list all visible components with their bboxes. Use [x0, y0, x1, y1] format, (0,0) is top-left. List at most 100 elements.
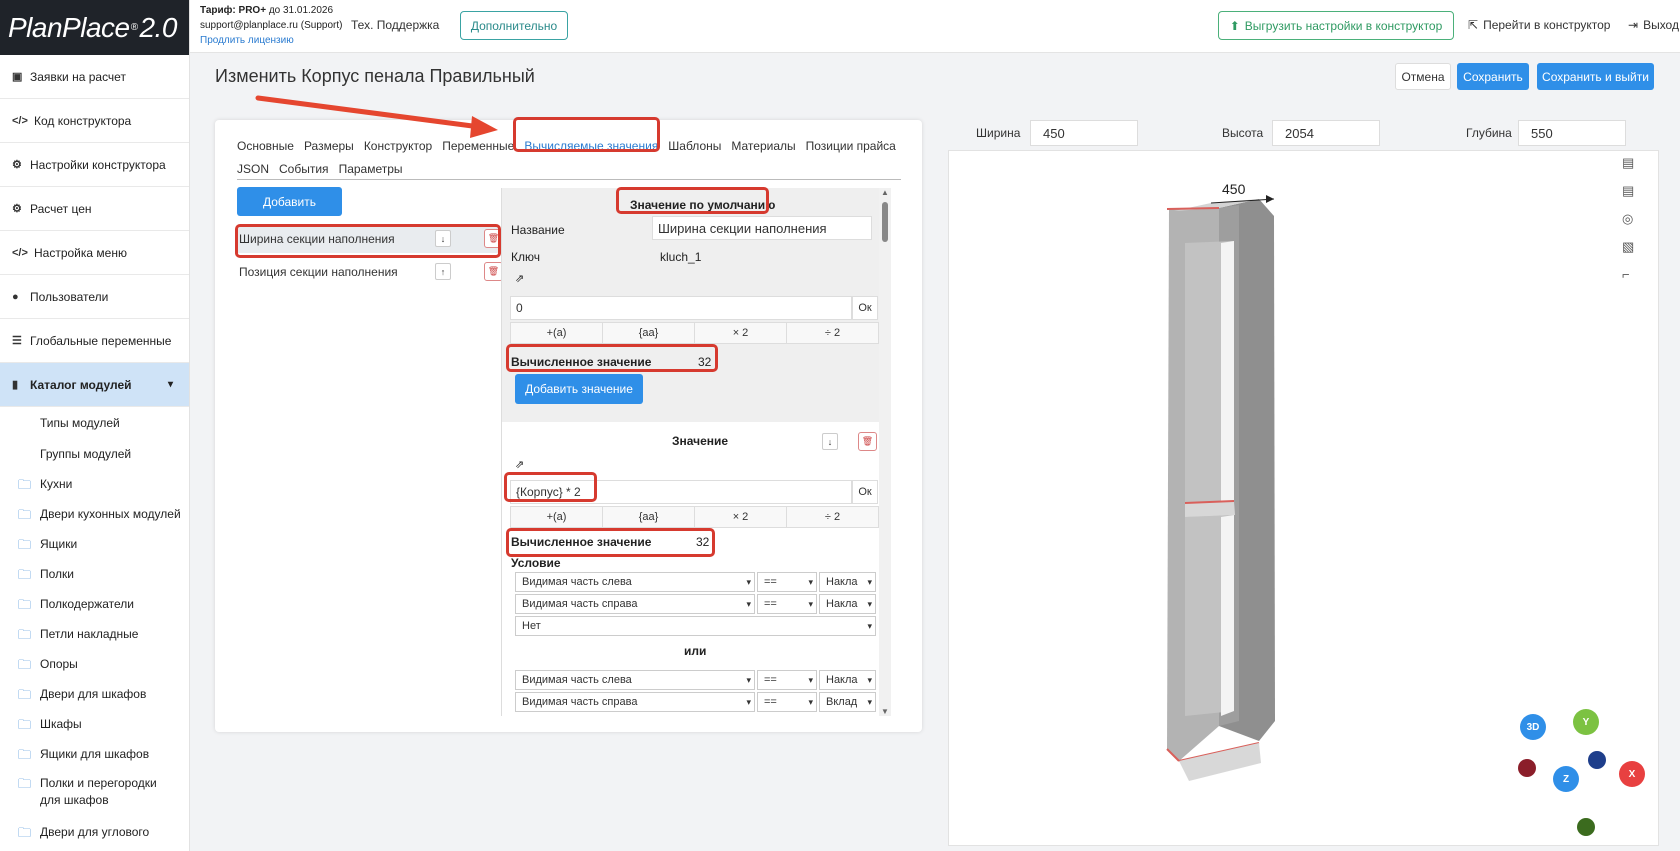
- support-label[interactable]: Тех. Поддержка: [351, 18, 439, 32]
- external-link-icon: ⇱: [1468, 18, 1479, 32]
- sidebar-folder[interactable]: 🗀 Кухни: [0, 469, 189, 499]
- sidebar-folder[interactable]: 🗀 Полкодержатели: [0, 589, 189, 619]
- logout-link[interactable]: ⇥ Выход: [1628, 18, 1679, 32]
- list-icon: ☰: [12, 335, 22, 347]
- op-braces-button[interactable]: {aa}: [603, 507, 695, 527]
- condition-logic-select[interactable]: Нет ▾: [515, 616, 876, 636]
- sidebar-item-menu-settings[interactable]: </> Настройка меню: [0, 231, 189, 275]
- sidebar-folder[interactable]: 🗀 Петли накладные: [0, 619, 189, 649]
- more-button[interactable]: Дополнительно: [460, 11, 568, 40]
- external-edit-icon[interactable]: ⇗: [515, 272, 524, 285]
- tab-parameters[interactable]: Параметры: [339, 162, 403, 176]
- scrollbar-thumb[interactable]: [882, 202, 888, 242]
- condition-value-select[interactable]: Накла ▾: [819, 670, 876, 690]
- folder-icon: 🗀: [18, 746, 32, 762]
- panel-scrollbar[interactable]: ▲ ▼: [879, 188, 891, 716]
- save-button[interactable]: Сохранить: [1457, 63, 1529, 90]
- scroll-up-icon[interactable]: ▲: [881, 188, 889, 197]
- app-logo[interactable]: PlanPlace ® 2.0: [0, 0, 189, 55]
- sidebar-folder[interactable]: 🗀 Полки и перегородки для шкафов: [0, 769, 189, 817]
- tab-main[interactable]: Основные: [237, 139, 294, 153]
- sidebar-folder[interactable]: 🗀 Двери кухонных модулей: [0, 499, 189, 529]
- tab-constructor[interactable]: Конструктор: [364, 139, 432, 153]
- condition-value-select[interactable]: Вклад ▾: [819, 692, 876, 712]
- tab-events[interactable]: События: [279, 162, 329, 176]
- trash-icon[interactable]: 🗑: [858, 432, 877, 451]
- condition-operator-select[interactable]: == ▾: [757, 594, 817, 614]
- add-value-button[interactable]: Добавить значение: [515, 374, 643, 404]
- cancel-button[interactable]: Отмена: [1395, 63, 1451, 90]
- sidebar-item-module-catalog[interactable]: ▮ Каталог модулей ▾: [0, 363, 189, 407]
- condition-field-select[interactable]: Видимая часть слева ▾: [515, 572, 755, 592]
- sidebar-folder[interactable]: 🗀 Полки: [0, 559, 189, 589]
- or-label: или: [684, 644, 707, 658]
- chevron-down-icon: ▾: [808, 576, 813, 587]
- variable-item[interactable]: Позиция секции наполнения ↑ 🗑: [237, 258, 503, 286]
- op-multiply-button[interactable]: × 2: [695, 507, 787, 527]
- axis-x-icon[interactable]: X: [1619, 761, 1645, 787]
- axis-z-icon[interactable]: Z: [1553, 766, 1579, 792]
- condition-field-select[interactable]: Видимая часть справа ▾: [515, 692, 755, 712]
- height-input[interactable]: 2054: [1272, 120, 1380, 146]
- axis-neg-z-icon[interactable]: [1588, 751, 1606, 769]
- sidebar-item-price-calc[interactable]: ⚙ Расчет цен: [0, 187, 189, 231]
- condition-field-select[interactable]: Видимая часть слева ▾: [515, 670, 755, 690]
- condition-value-select[interactable]: Накла ▾: [819, 572, 876, 592]
- tabs-divider: [237, 179, 901, 180]
- condition-operator-select[interactable]: == ▾: [757, 692, 817, 712]
- tab-variables[interactable]: Переменные: [442, 139, 514, 153]
- sidebar-folder[interactable]: 🗀 Опоры: [0, 649, 189, 679]
- op-plus-button[interactable]: +(a): [511, 507, 603, 527]
- op-plus-button[interactable]: +(a): [511, 323, 603, 343]
- tab-price-positions[interactable]: Позиции прайса: [806, 139, 896, 153]
- highlight-default-header: [616, 187, 769, 214]
- move-down-icon[interactable]: ↓: [822, 433, 838, 450]
- view-3d-badge[interactable]: 3D: [1520, 714, 1546, 740]
- export-settings-button[interactable]: ⬆ Выгрузить настройки в конструктор: [1218, 11, 1454, 40]
- sidebar-folder[interactable]: 🗀 Двери для углового: [0, 817, 189, 847]
- ok-button[interactable]: Ок: [852, 296, 878, 320]
- condition-value-select[interactable]: Накла ▾: [819, 594, 876, 614]
- depth-input[interactable]: 550: [1518, 120, 1626, 146]
- sidebar-item-constructor-settings[interactable]: ⚙ Настройки конструктора: [0, 143, 189, 187]
- sidebar-item-constructor-code[interactable]: </> Код конструктора: [0, 99, 189, 143]
- op-multiply-button[interactable]: × 2: [695, 323, 787, 343]
- scroll-down-icon[interactable]: ▼: [881, 707, 889, 716]
- axis-y-icon[interactable]: Y: [1573, 709, 1599, 735]
- expression-input[interactable]: 0: [510, 296, 852, 320]
- axis-neg-y-icon[interactable]: [1577, 818, 1595, 836]
- sidebar-subitem-module-types[interactable]: Типы модулей: [0, 407, 189, 438]
- sidebar-folder[interactable]: 🗀 Шкафы: [0, 709, 189, 739]
- chevron-down-icon: ▾: [867, 620, 872, 631]
- op-divide-button[interactable]: ÷ 2: [787, 323, 878, 343]
- sidebar-item-global-vars[interactable]: ☰ Глобальные переменные: [0, 319, 189, 363]
- sidebar-item-requests[interactable]: ▣ Заявки на расчет: [0, 55, 189, 99]
- sidebar-item-users[interactable]: ● Пользователи: [0, 275, 189, 319]
- ok-button[interactable]: Ок: [852, 480, 878, 504]
- sidebar-folder[interactable]: 🗀 Ящики для шкафов: [0, 739, 189, 769]
- move-up-icon[interactable]: ↑: [435, 263, 451, 280]
- save-exit-button[interactable]: Сохранить и выйти: [1537, 63, 1654, 90]
- width-input[interactable]: 450: [1030, 120, 1138, 146]
- op-braces-button[interactable]: {aa}: [603, 323, 695, 343]
- tab-templates[interactable]: Шаблоны: [668, 139, 721, 153]
- goto-constructor-link[interactable]: ⇱ Перейти в конструктор: [1468, 18, 1610, 32]
- sidebar-subitem-module-groups[interactable]: Группы модулей: [0, 438, 189, 469]
- name-input[interactable]: Ширина секции наполнения: [652, 216, 872, 240]
- condition-field-select[interactable]: Видимая часть справа ▾: [515, 594, 755, 614]
- external-edit-icon[interactable]: ⇗: [515, 458, 524, 471]
- book-icon: ▮: [12, 379, 19, 391]
- sidebar-folder[interactable]: 🗀 Двери для шкафов: [0, 679, 189, 709]
- renew-license-link[interactable]: Продлить лицензию: [200, 33, 342, 48]
- tab-json[interactable]: JSON: [237, 162, 269, 176]
- axis-neg-x-icon[interactable]: [1518, 759, 1536, 777]
- add-button[interactable]: Добавить: [237, 187, 342, 216]
- sidebar-folder[interactable]: 🗀 Ящики: [0, 529, 189, 559]
- tab-sizes[interactable]: Размеры: [304, 139, 354, 153]
- support-email: support@planplace.ru (Support): [200, 20, 343, 31]
- op-divide-button[interactable]: ÷ 2: [787, 507, 878, 527]
- 3d-viewer[interactable]: ▤ ▤ ◎ ▧ ⌐ 450 3D Y Z X: [948, 150, 1659, 846]
- tab-materials[interactable]: Материалы: [731, 139, 795, 153]
- condition-operator-select[interactable]: == ▾: [757, 670, 817, 690]
- condition-operator-select[interactable]: == ▾: [757, 572, 817, 592]
